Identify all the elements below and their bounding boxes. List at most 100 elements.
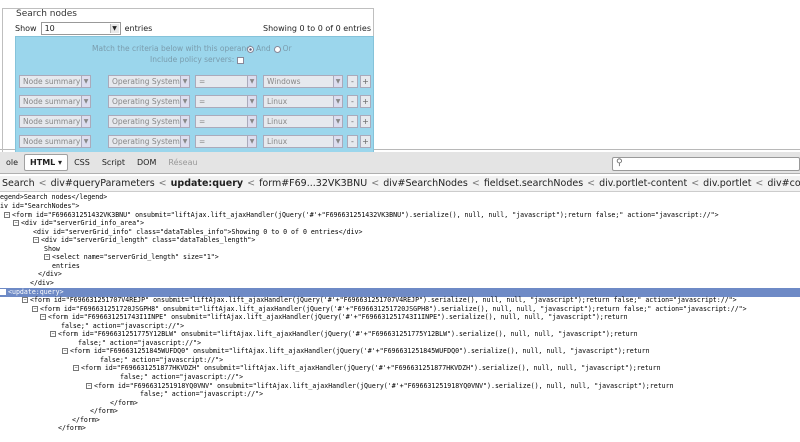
- show-entries-row: Show 10 ▼ entries Showing 0 to 0 of 0 ent…: [15, 22, 371, 35]
- firebug-tabs: ole HTML ▾ CSS Script DOM Réseau: [0, 154, 204, 171]
- remove-row-button[interactable]: -: [347, 75, 358, 88]
- code-text: entries: [52, 261, 80, 270]
- criteria-object-select[interactable]: Node summary▼: [19, 75, 91, 88]
- code-text: </form>: [90, 407, 118, 416]
- code-text: false;" action="javascript://">: [78, 338, 202, 347]
- or-label: Or: [282, 44, 292, 53]
- expand-toggle-icon[interactable]: −: [32, 305, 38, 312]
- breadcrumb-item[interactable]: div.portlet: [701, 178, 753, 189]
- add-row-button[interactable]: +: [360, 95, 371, 108]
- code-text: </form>: [110, 398, 138, 407]
- criteria-object-value: Node summary: [23, 77, 81, 86]
- policy-servers-label: Include policy servers:: [150, 55, 235, 64]
- expand-toggle-icon[interactable]: −: [86, 382, 92, 389]
- code-line[interactable]: false;" action="javascript://">: [140, 390, 263, 399]
- breadcrumb-item[interactable]: form#F69...32VK3BNU: [257, 178, 369, 189]
- criteria-value-select[interactable]: Linux ▼: [263, 115, 343, 128]
- tab-ole[interactable]: ole: [0, 154, 24, 171]
- tab-html[interactable]: HTML ▾: [24, 154, 69, 171]
- tab-css[interactable]: CSS: [68, 154, 96, 171]
- breadcrumb-item[interactable]: div#queryParameters: [49, 178, 157, 189]
- code-text: </div>: [30, 278, 54, 287]
- breadcrumb-separator: <: [247, 178, 256, 189]
- search-nodes-fieldset: Search nodes Show 10 ▼ entries Showing 0 …: [2, 8, 374, 168]
- breadcrumb-separator: <: [158, 178, 167, 189]
- breadcrumb-item[interactable]: fieldset.searchNodes: [482, 178, 585, 189]
- criteria-comparator-value: =: [199, 137, 206, 146]
- add-row-button[interactable]: +: [360, 75, 371, 88]
- code-text: <form id="F696631251432VK3BNU" onsubmit=…: [12, 210, 719, 219]
- tab-dom[interactable]: DOM: [131, 154, 162, 171]
- criteria-comparator-value: =: [199, 97, 206, 106]
- criteria-attribute-select[interactable]: Operating System T▼: [108, 115, 190, 128]
- criteria-value-value: Windows: [267, 77, 301, 86]
- page-length-value: 10: [44, 24, 55, 33]
- criteria-attribute-select[interactable]: Operating System T▼: [108, 95, 190, 108]
- code-text: <div id="serverGrid_info" class="dataTab…: [33, 227, 363, 236]
- criteria-value-select[interactable]: Windows ▼: [263, 75, 343, 88]
- expand-toggle-icon[interactable]: −: [22, 297, 28, 304]
- policy-servers-checkbox[interactable]: [237, 56, 245, 64]
- criteria-comparator-select[interactable]: =▼: [195, 75, 257, 88]
- remove-row-button[interactable]: -: [347, 95, 358, 108]
- expand-toggle-icon[interactable]: −: [62, 348, 68, 355]
- page-length-select[interactable]: 10 ▼: [40, 22, 121, 35]
- criteria-attribute-value: Operating System T: [112, 77, 187, 86]
- breadcrumb-item[interactable]: Search: [0, 178, 37, 189]
- expand-toggle-icon[interactable]: −: [0, 288, 6, 295]
- criteria-value-value: Linux: [267, 97, 288, 106]
- code-line[interactable]: </form>: [58, 424, 86, 433]
- tab-réseau[interactable]: Réseau: [162, 154, 203, 171]
- chevron-down-icon: ▼: [180, 96, 189, 107]
- criteria-comparator-select[interactable]: =▼: [195, 95, 257, 108]
- criteria-row: Node summary ▼ Operating System T ▼ = ▼ Window…: [19, 75, 371, 88]
- table-info: Showing 0 to 0 of 0 entries: [263, 24, 371, 33]
- expand-toggle-icon[interactable]: −: [33, 237, 39, 244]
- criteria-object-value: Node summary: [23, 97, 81, 106]
- code-line[interactable]: − <div id="serverGrid_length" class="data…: [33, 236, 255, 245]
- tab-script[interactable]: Script: [96, 154, 131, 171]
- expand-toggle-icon[interactable]: −: [13, 220, 19, 227]
- criteria-value-select[interactable]: Linux ▼: [263, 135, 343, 148]
- remove-row-button[interactable]: -: [347, 135, 358, 148]
- expand-toggle-icon[interactable]: −: [44, 254, 50, 261]
- firebug-search-input[interactable]: ⚲: [612, 157, 800, 171]
- criteria-comparator-select[interactable]: =▼: [195, 135, 257, 148]
- add-row-button[interactable]: +: [360, 115, 371, 128]
- criteria-attribute-value: Operating System T: [112, 137, 187, 146]
- expand-toggle-icon[interactable]: −: [40, 314, 46, 321]
- html-tree-panel: egend>Search nodes</legend> iv id="Search…: [0, 193, 800, 442]
- operand-options: And Or: [244, 44, 292, 53]
- breadcrumb-item[interactable]: div#contenu: [765, 178, 800, 189]
- criteria-attribute-select[interactable]: Operating System T▼: [108, 135, 190, 148]
- criteria-object-select[interactable]: Node summary▼: [19, 135, 91, 148]
- code-text: </form>: [72, 415, 100, 424]
- add-row-button[interactable]: +: [360, 135, 371, 148]
- criteria-object-select[interactable]: Node summary▼: [19, 95, 91, 108]
- breadcrumb-item[interactable]: update:query: [169, 178, 245, 189]
- chevron-down-icon: ▼: [333, 116, 342, 127]
- or-radio[interactable]: [273, 45, 281, 53]
- expand-toggle-icon[interactable]: −: [4, 211, 10, 218]
- and-radio[interactable]: [247, 45, 254, 53]
- chevron-down-icon: ▼: [247, 96, 256, 107]
- code-text: </form>: [58, 424, 86, 433]
- criteria-value-select[interactable]: Linux ▼: [263, 95, 343, 108]
- expand-toggle-icon[interactable]: −: [73, 365, 79, 372]
- code-text: false;" action="javascript://">: [120, 373, 244, 381]
- chevron-down-icon: ▼: [81, 96, 90, 107]
- chevron-down-icon: ▼: [109, 24, 119, 33]
- code-text: <div id="serverGrid_info_area">: [21, 219, 145, 228]
- code-text: <select name="serverGrid_length" size="1…: [52, 253, 219, 262]
- firebug-toolbar: ole HTML ▾ CSS Script DOM Réseau ⚲: [0, 152, 800, 174]
- breadcrumb-item[interactable]: div#SearchNodes: [381, 178, 470, 189]
- criteria-attribute-select[interactable]: Operating System T▼: [108, 75, 190, 88]
- criteria-object-select[interactable]: Node summary▼: [19, 115, 91, 128]
- remove-row-button[interactable]: -: [347, 115, 358, 128]
- breadcrumb-separator: <: [38, 178, 47, 189]
- code-text: <form id="F696631251743I1INPE" onsubmit=…: [48, 313, 628, 322]
- code-text: <div id="serverGrid_length" class="dataT…: [41, 236, 256, 245]
- breadcrumb-item[interactable]: div.portlet-content: [597, 178, 689, 189]
- criteria-comparator-select[interactable]: =▼: [195, 115, 257, 128]
- expand-toggle-icon[interactable]: −: [50, 331, 56, 338]
